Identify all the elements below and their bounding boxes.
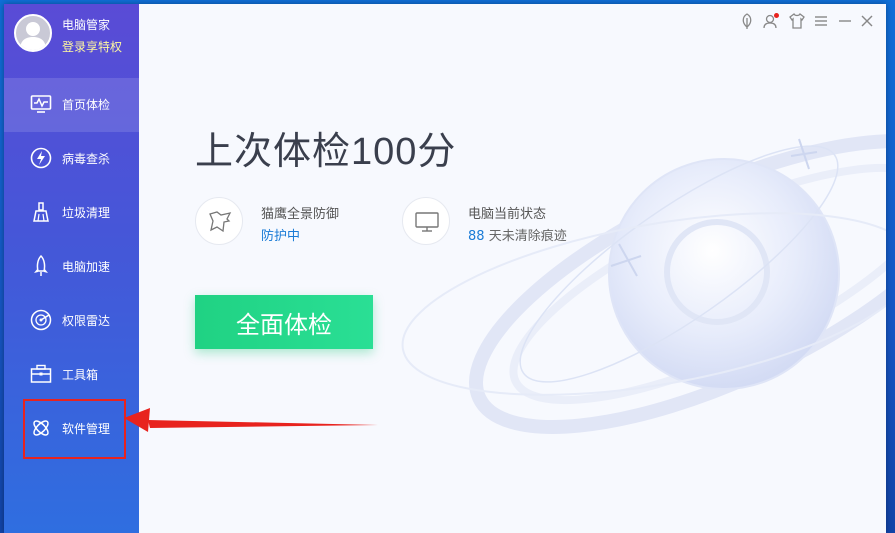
sidebar-item-label: 病毒查杀 bbox=[62, 152, 111, 166]
close-icon[interactable] bbox=[858, 12, 876, 30]
monitor-pulse-icon bbox=[30, 95, 52, 113]
toolbox-icon bbox=[30, 364, 52, 383]
sidebar-item-toolbox[interactable]: 工具箱 bbox=[4, 348, 139, 402]
computer-state[interactable]: 电脑当前状态 88 天未清除痕迹 bbox=[402, 197, 602, 247]
monitor-icon bbox=[415, 212, 439, 232]
days-count: 88 bbox=[468, 229, 485, 244]
sidebar-item-label: 权限雷达 bbox=[62, 314, 111, 328]
sidebar-item-virus-scan[interactable]: 病毒查杀 bbox=[4, 132, 139, 186]
days-suffix: 天未清除痕迹 bbox=[488, 229, 567, 244]
leaf-icon[interactable] bbox=[738, 12, 756, 30]
sidebar-item-label: 工具箱 bbox=[62, 368, 99, 382]
user-notification-icon[interactable] bbox=[762, 12, 780, 30]
titlebar-controls bbox=[738, 12, 878, 30]
eagle-shield-icon bbox=[209, 211, 232, 233]
sidebar-item-label: 电脑加速 bbox=[62, 260, 111, 274]
radar-icon bbox=[30, 309, 52, 331]
planet-decoration bbox=[401, 134, 886, 434]
protection-icon-circle bbox=[195, 197, 243, 245]
sidebar-item-speed-up[interactable]: 电脑加速 bbox=[4, 240, 139, 294]
minimize-icon[interactable] bbox=[836, 12, 854, 30]
computer-state-title: 电脑当前状态 bbox=[468, 207, 547, 222]
protection-status-text: 防护中 bbox=[261, 229, 301, 244]
protection-title: 猫鹰全景防御 bbox=[261, 207, 340, 222]
sidebar-item-permission-radar[interactable]: 权限雷达 bbox=[4, 294, 139, 348]
sidebar-item-label: 首页体检 bbox=[62, 98, 111, 112]
sidebar-item-junk-cleanup[interactable]: 垃圾清理 bbox=[4, 186, 139, 240]
main-panel: 上次体检100分 猫鹰全景防御 防护中 电脑当前状态 88 天未清除痕迹 全面体… bbox=[139, 4, 886, 533]
highlight-box bbox=[23, 399, 126, 459]
app-name: 电脑管家 bbox=[62, 18, 111, 32]
user-silhouette-icon bbox=[20, 22, 46, 50]
full-checkup-button[interactable]: 全面体检 bbox=[195, 295, 373, 349]
user-profile[interactable]: 电脑管家 登录享特权 bbox=[14, 14, 139, 60]
login-link[interactable]: 登录享特权 bbox=[62, 38, 122, 55]
sidebar-item-label: 垃圾清理 bbox=[62, 206, 111, 220]
sidebar-item-home-checkup[interactable]: 首页体检 bbox=[4, 78, 139, 132]
computer-icon-circle bbox=[402, 197, 450, 245]
broom-icon bbox=[33, 202, 49, 222]
lightning-shield-icon bbox=[30, 147, 52, 169]
app-window: 电脑管家 登录享特权 首页体检 病毒查杀 垃圾清理 电脑加速 权限雷达 工具箱 … bbox=[4, 4, 886, 533]
menu-icon[interactable] bbox=[812, 12, 830, 30]
avatar[interactable] bbox=[14, 14, 52, 52]
protection-status[interactable]: 猫鹰全景防御 防护中 bbox=[195, 197, 375, 247]
rocket-icon bbox=[34, 255, 48, 276]
skin-shirt-icon[interactable] bbox=[788, 12, 806, 30]
computer-state-value: 88 天未清除痕迹 bbox=[468, 225, 567, 244]
page-title: 上次体检100分 bbox=[195, 131, 457, 173]
